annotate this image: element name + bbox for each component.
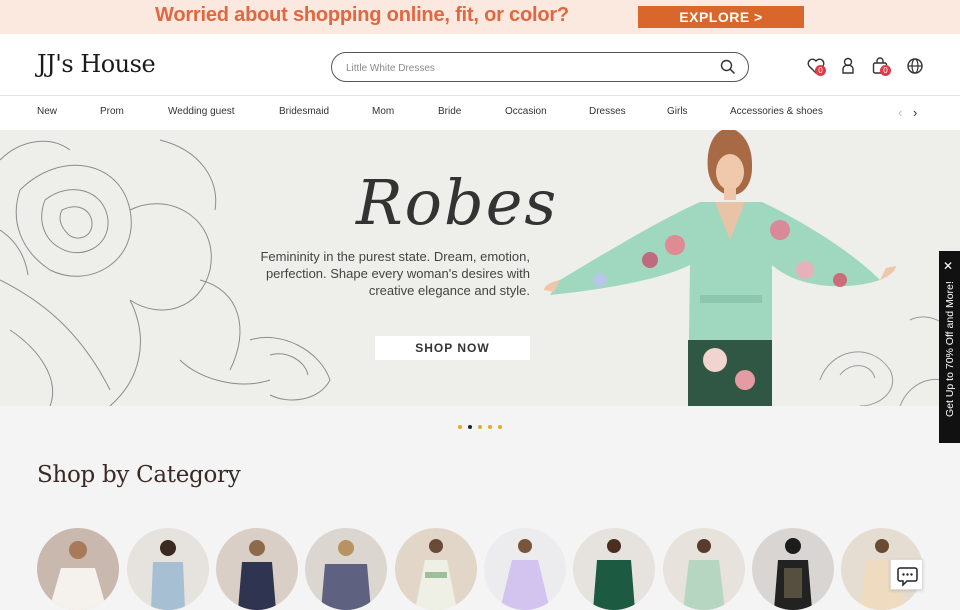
cart-count-badge: 0 [880,65,891,76]
logo[interactable]: JJ's House [37,50,156,78]
category-thumbnail[interactable] [752,528,834,610]
wishlist-count-badge: 0 [815,65,826,76]
model-in-robe-image [544,130,896,406]
nav-item-bridesmaid[interactable]: Bridesmaid [279,106,329,117]
hero-banner[interactable]: Robes Femininity in the purest state. Dr… [0,130,960,406]
nav-item-girls[interactable]: Girls [667,106,688,117]
carousel-dot[interactable] [498,425,502,429]
search-bar[interactable] [331,52,749,82]
carousel-dot[interactable] [478,425,482,429]
nav-item-bride[interactable]: Bride [438,106,461,117]
shop-now-button[interactable]: SHOP NOW [375,336,530,360]
hero-subtitle-line: perfection. Shape every woman's desires … [265,266,530,281]
hero-subtitle: Femininity in the purest state. Dream, e… [230,248,530,299]
search-icon[interactable] [720,59,736,75]
nav-item-dresses[interactable]: Dresses [589,106,626,117]
hero-subtitle-line: creative elegance and style. [368,283,530,298]
section-title: Shop by Category [37,462,241,488]
hero-title: Robes [356,166,559,239]
explore-button[interactable]: EXPLORE > [638,6,804,28]
nav-item-prom[interactable]: Prom [100,106,124,117]
carousel-dot[interactable] [458,425,462,429]
category-thumbnail[interactable] [663,528,745,610]
nav-item-accessories-shoes[interactable]: Accessories & shoes [730,106,823,117]
category-thumbnail[interactable] [395,528,477,610]
promo-text: Worried about shopping online, fit, or c… [155,4,569,26]
nav-prev-icon[interactable]: ‹ [898,105,902,120]
category-thumbnail[interactable] [216,528,298,610]
hero-subtitle-line: Femininity in the purest state. Dream, e… [260,249,530,264]
carousel-dot[interactable] [488,425,492,429]
carousel-dot-active[interactable] [468,425,472,429]
globe-icon[interactable] [905,56,925,76]
category-thumbnail[interactable] [127,528,209,610]
chat-button[interactable] [890,559,923,590]
nav-item-wedding-guest[interactable]: Wedding guest [168,106,235,117]
account-icon[interactable] [838,56,858,76]
nav-next-icon[interactable]: › [913,105,917,120]
category-thumbnail[interactable] [573,528,655,610]
search-input[interactable] [346,59,706,77]
promo-banner[interactable]: Worried about shopping online, fit, or c… [0,0,960,34]
chat-icon[interactable] [891,560,924,591]
site-header: JJ's House 0 0 [0,34,960,96]
category-thumbnail[interactable] [484,528,566,610]
nav-item-occasion[interactable]: Occasion [505,106,547,117]
nav-item-new[interactable]: New [37,106,57,117]
discount-side-text[interactable]: Get Up to 70% Off and More! [938,266,960,432]
main-nav: New Prom Wedding guest Bridesmaid Mom Br… [0,96,960,130]
nav-item-mom[interactable]: Mom [372,106,394,117]
category-thumbnail[interactable] [37,528,119,610]
category-thumbnail[interactable] [305,528,387,610]
